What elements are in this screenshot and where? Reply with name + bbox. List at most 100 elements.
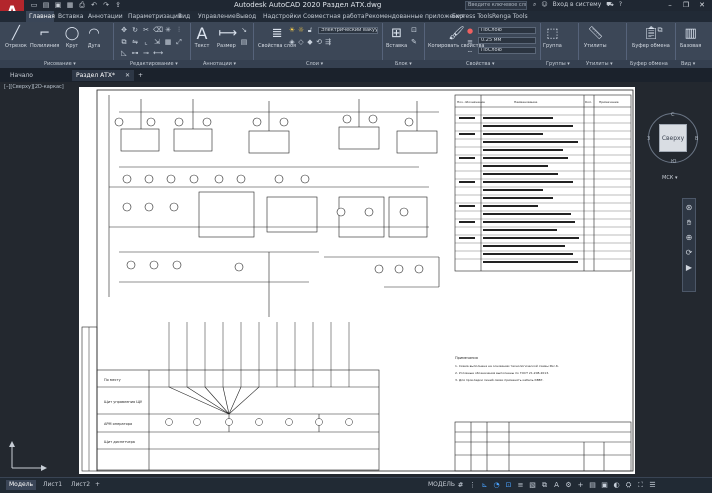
transparency-icon[interactable]: ▧ [528,480,537,490]
freeze-icon[interactable]: ☼ [297,26,305,34]
layer-off-icon[interactable]: ◇ [297,38,305,46]
circle-button[interactable]: ◯ Круг [64,26,80,49]
measure-button[interactable]: 📏︎ Утилиты [584,26,607,49]
table-icon[interactable]: ▤ [240,38,248,46]
block-panel-title[interactable]: Блок ▾ [395,60,412,68]
snap-icon[interactable]: ⋮ [468,480,477,490]
redo-icon[interactable]: ↷ [102,1,110,9]
new-tab-icon[interactable]: + [138,70,143,81]
view-panel-title[interactable]: Вид ▾ [681,60,695,68]
quick-properties-icon[interactable]: ▣ [600,480,609,490]
zoom-extents-icon[interactable]: ⊕ [683,232,695,244]
copy-icon[interactable]: ⧉ [120,38,128,46]
linetype-dropdown[interactable]: ПоСлою [478,47,536,54]
utilities-panel-title[interactable]: Утилиты ▾ [586,60,613,68]
drawing-canvas[interactable]: [–][Сверху][2D-каркас] По месту Щит упра… [0,82,712,477]
tab-annotate[interactable]: Аннотации [88,11,123,22]
lineweight-dropdown[interactable]: 0.25 мм [478,37,536,44]
annotation-scale-icon[interactable]: A [552,480,561,490]
clean-screen-icon[interactable]: ⛶ [636,480,645,490]
tab-collaborate[interactable]: Совместная работа [303,11,365,22]
lock-icon[interactable]: 🔓︎ [306,26,314,34]
layer-walk-icon[interactable]: ⇶ [324,38,332,46]
add-layout-icon[interactable]: + [92,480,103,490]
selection-cycling-icon[interactable]: ⧉ [540,480,549,490]
lengthen-icon[interactable]: ⟷ [153,49,163,57]
undo-icon[interactable]: ↶ [90,1,98,9]
hardware-acceleration-icon[interactable]: ⛭ [624,480,633,490]
customization-icon[interactable]: ☰ [648,480,657,490]
sign-in-link[interactable]: Вход в систему [553,1,602,9]
cart-icon[interactable]: ⛟ [606,1,614,9]
compass-north[interactable]: С [671,112,675,118]
array-icon[interactable]: ▦ [164,38,172,46]
maximize-button[interactable]: ❐ [678,0,694,11]
move-icon[interactable]: ✥ [120,26,128,34]
isolate-objects-icon[interactable]: ◐ [612,480,621,490]
base-view-button[interactable]: ▥ Базовая [680,26,701,49]
polyline-button[interactable]: ⌐ Полилиния [30,26,59,49]
osnap-icon[interactable]: ⊡ [504,480,513,490]
annotation-panel-title[interactable]: Аннотации ▾ [203,60,236,68]
mirror-icon[interactable]: ⇋ [131,38,139,46]
compass-west[interactable]: З [647,136,650,142]
user-icon[interactable]: ☺ [541,1,547,9]
leader-icon[interactable]: ↘ [240,26,248,34]
grid-icon[interactable]: # [456,480,465,490]
steering-wheel-icon[interactable]: ⊛ [683,202,695,214]
tab-output[interactable]: Вывод [236,11,256,22]
properties-panel-title[interactable]: Свойства ▾ [466,60,495,68]
layers-panel-title[interactable]: Слои ▾ [306,60,323,68]
layer-previous-icon[interactable]: ⟲ [315,38,323,46]
trim-icon[interactable]: ✂ [142,26,150,34]
save-icon[interactable]: ▣ [54,1,62,9]
erase-icon[interactable]: ⌫ [153,26,163,34]
tab-home[interactable]: Главная [26,11,55,22]
stretch-icon[interactable]: ⇲ [153,38,161,46]
match-properties-button[interactable]: 🖌︎ Копировать свойства [428,26,485,49]
minimize-button[interactable]: – [662,0,678,11]
layer-match-icon[interactable]: ◆ [306,38,314,46]
lineweight-toggle-icon[interactable]: ≡ [516,480,525,490]
join-icon[interactable]: ⊶ [131,49,139,57]
open-file-icon[interactable]: ▤ [42,1,50,9]
share-icon[interactable]: ⇪ [114,1,122,9]
viewport-controls[interactable]: [–][Сверху][2D-каркас] [4,84,64,90]
tab-addins[interactable]: Надстройки [263,11,301,22]
polar-icon[interactable]: ◔ [492,480,501,490]
compass-south[interactable]: Ю [671,159,676,165]
explode-icon[interactable]: ✳ [164,26,172,34]
light-bulb-icon[interactable]: ☀ [288,26,296,34]
groups-panel-title[interactable]: Группы ▾ [546,60,570,68]
draw-panel-title[interactable]: Рисование ▾ [44,60,76,68]
tab-renga-tools[interactable]: Renga Tools [492,11,528,22]
units-icon[interactable]: ▤ [588,480,597,490]
tab-parametric[interactable]: Параметризация [128,11,182,22]
tab-express-tools[interactable]: Express Tools [452,11,492,22]
pan-icon[interactable]: ✋︎ [683,217,695,229]
help-icon[interactable]: ? [619,1,622,9]
viewcube[interactable]: Сверху [659,124,687,152]
create-block-icon[interactable]: ⊡ [410,26,418,34]
modify-panel-title[interactable]: Редактирование ▾ [130,60,178,68]
color-wheel-icon[interactable]: ● [466,27,474,35]
ortho-icon[interactable]: ⊾ [480,480,489,490]
save-as-icon[interactable]: ▦ [66,1,74,9]
arc-button[interactable]: ◠ Дуга [86,26,102,49]
dimension-button[interactable]: ⟼ Размер [217,26,237,49]
layout-tab-sheet2[interactable]: Лист2 [68,480,93,490]
current-layer-dropdown[interactable]: Электрический вакуумный [318,27,378,34]
orbit-icon[interactable]: ⟳ [683,247,695,259]
close-tab-icon[interactable]: ✕ [125,70,130,81]
showmotion-icon[interactable]: ▶ [683,262,695,274]
layer-iso-icon[interactable]: ◈ [288,38,296,46]
doc-tab-start[interactable]: Начало [6,70,66,81]
tab-view[interactable]: Вид [178,11,190,22]
model-space-button[interactable]: МОДЕЛЬ [425,480,458,490]
break-icon[interactable]: ⊸ [142,49,150,57]
search-input[interactable]: Введите ключевое слово/фразу [465,1,527,10]
new-file-icon[interactable]: ▭ [30,1,38,9]
compass-east[interactable]: В [695,136,698,142]
layout-tab-sheet1[interactable]: Лист1 [40,480,65,490]
workspace-icon[interactable]: ⚙ [564,480,573,490]
